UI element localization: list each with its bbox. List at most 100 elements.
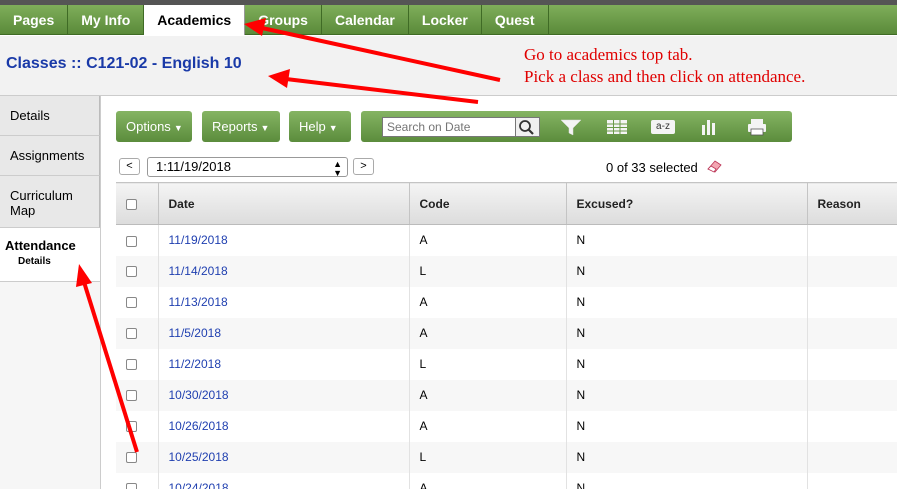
date-cell: 10/30/2018 [158, 379, 410, 411]
column-header-reason[interactable]: Reason [807, 182, 897, 225]
code-cell: A [409, 317, 567, 349]
row-select-cell [116, 441, 159, 473]
page-title: Classes :: C121-02 - English 10 [6, 55, 242, 73]
row-checkbox[interactable] [126, 328, 137, 340]
row-checkbox[interactable] [126, 235, 137, 247]
next-date-button[interactable]: > [353, 158, 374, 175]
options-button[interactable]: Options ▼ [116, 111, 192, 142]
eraser-icon[interactable] [706, 159, 722, 173]
row-checkbox[interactable] [126, 421, 137, 433]
row-checkbox[interactable] [126, 359, 137, 371]
table-row[interactable]: 11/13/2018 A N [116, 286, 897, 318]
annotation-line-2: Pick a class and then click on attendanc… [524, 67, 806, 86]
reason-cell [807, 286, 897, 318]
date-link[interactable]: 10/25/2018 [169, 450, 229, 464]
date-link[interactable]: 11/5/2018 [169, 326, 222, 340]
code-cell: L [409, 255, 567, 287]
selection-count: 0 of 33 selected [606, 160, 698, 175]
reason-cell [807, 410, 897, 442]
row-checkbox[interactable] [126, 452, 137, 464]
sidebar-item-details[interactable]: Details [0, 96, 100, 136]
select-all-checkbox[interactable] [126, 198, 137, 210]
tab-locker[interactable]: Locker [409, 5, 482, 35]
table-row[interactable]: 10/25/2018 L N [116, 441, 897, 473]
code-cell: A [409, 379, 567, 411]
table-row[interactable]: 11/14/2018 L N [116, 255, 897, 287]
grid-icon[interactable] [604, 117, 630, 137]
sidebar: Details Assignments Curriculum Map Atten… [0, 96, 101, 489]
date-cell: 11/19/2018 [158, 224, 410, 256]
date-link[interactable]: 10/30/2018 [169, 388, 229, 402]
date-link[interactable]: 11/2/2018 [169, 357, 222, 371]
excused-cell: N [566, 348, 808, 380]
prev-date-button[interactable]: < [119, 158, 140, 175]
table-row[interactable]: 11/19/2018 A N [116, 224, 897, 256]
column-header-date[interactable]: Date [158, 182, 410, 225]
row-select-cell [116, 379, 159, 411]
search-input[interactable] [383, 118, 515, 136]
row-select-cell [116, 255, 159, 287]
date-link[interactable]: 11/14/2018 [169, 264, 228, 278]
reason-cell [807, 224, 897, 256]
tab-pages[interactable]: Pages [0, 5, 69, 35]
excused-cell: N [566, 224, 808, 256]
instruction-annotation: Go to academics top tab. Pick a class an… [524, 44, 805, 88]
column-header-code[interactable]: Code [409, 182, 567, 225]
date-navigation: < 1:11/19/2018 ▲ ▼ > 0 of 33 selected [119, 157, 889, 178]
row-checkbox[interactable] [126, 390, 137, 402]
sidebar-subitem-details[interactable]: Details [5, 256, 100, 267]
breadcrumb-root[interactable]: Classes [6, 55, 67, 72]
row-checkbox[interactable] [126, 266, 137, 278]
date-link[interactable]: 11/19/2018 [169, 233, 228, 247]
date-cell: 10/24/2018 [158, 472, 410, 489]
help-label: Help [299, 119, 326, 134]
reports-button[interactable]: Reports ▼ [202, 111, 280, 142]
reason-cell [807, 441, 897, 473]
column-header-excused[interactable]: Excused? [566, 182, 808, 225]
date-link[interactable]: 11/13/2018 [169, 295, 228, 309]
breadcrumb-separator: :: [70, 55, 82, 72]
row-select-cell [116, 472, 159, 489]
tab-my-info[interactable]: My Info [68, 5, 145, 35]
date-select[interactable]: 1:11/19/2018 ▲ ▼ [147, 157, 348, 178]
sidebar-item-curriculum-map[interactable]: Curriculum Map [0, 176, 100, 228]
help-button[interactable]: Help ▼ [289, 111, 351, 142]
table-row[interactable]: 10/26/2018 A N [116, 410, 897, 442]
row-checkbox[interactable] [126, 297, 137, 309]
reason-cell [807, 317, 897, 349]
date-cell: 11/5/2018 [158, 317, 410, 349]
table-row[interactable]: 10/24/2018 A N [116, 472, 897, 489]
code-cell: A [409, 410, 567, 442]
row-checkbox[interactable] [126, 483, 137, 489]
sidebar-item-assignments[interactable]: Assignments [0, 136, 100, 176]
tab-academics[interactable]: Academics [144, 5, 246, 35]
tab-groups[interactable]: Groups [245, 5, 322, 35]
reason-cell [807, 379, 897, 411]
table-row[interactable]: 11/2/2018 L N [116, 348, 897, 380]
table-row[interactable]: 10/30/2018 A N [116, 379, 897, 411]
chart-icon[interactable] [696, 117, 722, 137]
date-link[interactable]: 10/26/2018 [169, 419, 229, 433]
print-icon[interactable] [744, 117, 770, 137]
reason-cell [807, 348, 897, 380]
table-row[interactable]: 11/5/2018 A N [116, 317, 897, 349]
search-button[interactable] [515, 118, 539, 136]
toolbar-icon-group: a-z [361, 111, 792, 142]
select-all-cell [116, 182, 159, 225]
filter-icon[interactable] [558, 117, 584, 137]
excused-cell: N [566, 317, 808, 349]
tab-calendar[interactable]: Calendar [322, 5, 409, 35]
row-select-cell [116, 286, 159, 318]
excused-cell: N [566, 379, 808, 411]
sort-az-icon[interactable]: a-z [651, 120, 675, 134]
reason-cell [807, 472, 897, 489]
date-link[interactable]: 10/24/2018 [169, 481, 229, 489]
row-select-cell [116, 348, 159, 380]
caret-down-icon: ▼ [260, 123, 270, 133]
date-cell: 11/13/2018 [158, 286, 410, 318]
updown-arrows-icon: ▲ ▼ [333, 159, 342, 178]
date-cell: 11/14/2018 [158, 255, 410, 287]
date-cell: 11/2/2018 [158, 348, 410, 380]
sidebar-item-attendance[interactable]: Attendance Details [0, 228, 100, 282]
tab-quest[interactable]: Quest [482, 5, 549, 35]
